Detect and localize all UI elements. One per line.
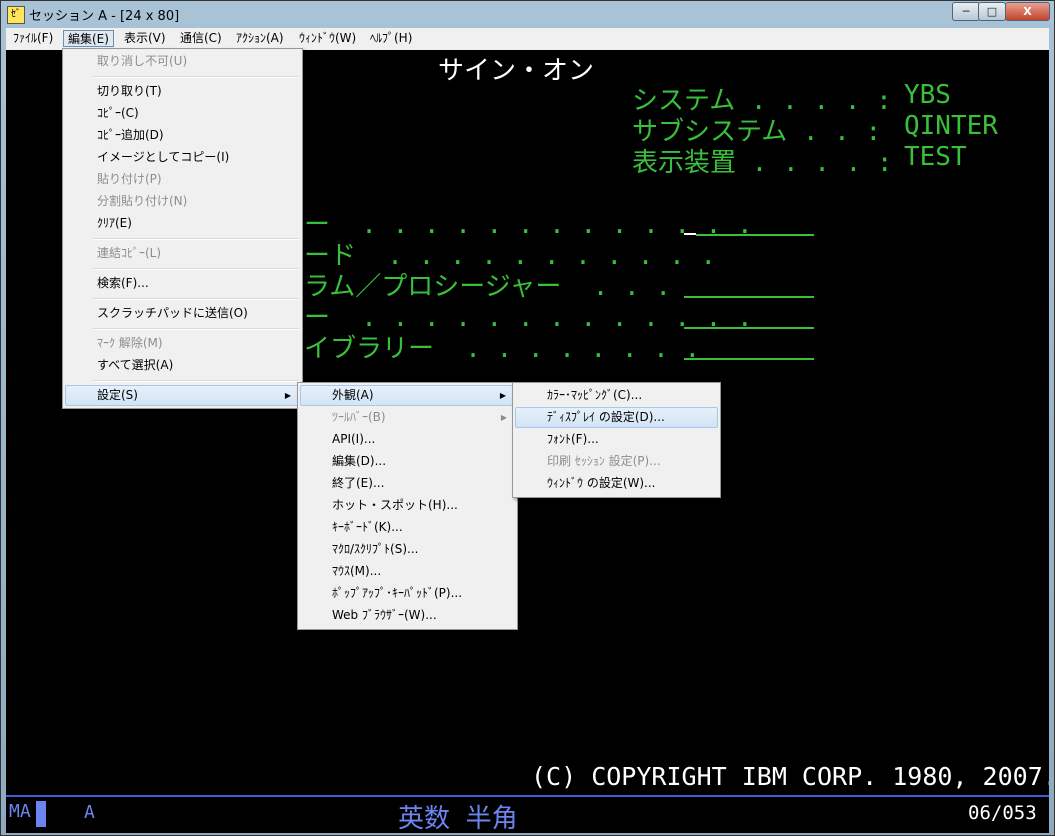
program-input-field[interactable]: [684, 296, 814, 298]
menu-item-hotspot[interactable]: ホット・スポット(H)...: [300, 495, 515, 516]
user-input-field[interactable]: [696, 234, 814, 236]
menu-window[interactable]: ｳｨﾝﾄﾞｳ(W): [295, 30, 360, 47]
menu-item-find[interactable]: 検索(F)...: [65, 273, 300, 294]
menu-communication[interactable]: 通信(C): [176, 30, 226, 47]
menu-view[interactable]: 表示(V): [120, 30, 170, 47]
menu-item-print-session-settings[interactable]: 印刷 ｾｯｼｮﾝ 設定(P)...: [515, 451, 718, 472]
title-bar[interactable]: ｾﾞ セッション A - [24 x 80] ─ □ X: [1, 1, 1054, 27]
status-mode: MA: [9, 801, 31, 822]
screen-title: サイン・オン: [438, 56, 595, 86]
menu-item-settings-label: 設定(S): [97, 388, 138, 402]
menu-item-window-settings[interactable]: ｳｨﾝﾄﾞｳ の設定(W)...: [515, 473, 718, 494]
menu-help[interactable]: ﾍﾙﾌﾟ(H): [366, 30, 416, 47]
menu-item-copy-as-image[interactable]: イメージとしてコピー(I): [65, 147, 300, 168]
menu-item-toolbar-label: ﾂｰﾙﾊﾞｰ(B): [332, 410, 386, 424]
menu-item-unmark[interactable]: ﾏｰｸ 解除(M): [65, 333, 300, 354]
menu-item-exit-settings[interactable]: 終了(E)...: [300, 473, 515, 494]
maximize-button[interactable]: □: [978, 2, 1006, 21]
app-icon[interactable]: ｾﾞ: [7, 6, 25, 24]
menu-separator: [93, 268, 298, 270]
text-cursor: [684, 233, 696, 235]
menu-item-paste-split[interactable]: 分割貼り付け(N): [65, 191, 300, 212]
menu-input-field[interactable]: [684, 327, 814, 329]
status-cursor-position: 06/053: [968, 802, 1037, 824]
menu-item-send-scratchpad[interactable]: スクラッチパッドに送信(O): [65, 303, 300, 324]
menu-file[interactable]: ﾌｧｲﾙ(F): [9, 30, 57, 47]
close-button[interactable]: X: [1005, 2, 1050, 21]
display-device-label: 表示装置 . . . . :: [632, 148, 893, 178]
menu-item-popup-keypad[interactable]: ﾎﾟｯﾌﾟｱｯﾌﾟ･ｷｰﾊﾟｯﾄﾞ(P)...: [300, 583, 515, 604]
menu-item-api[interactable]: API(I)...: [300, 429, 515, 450]
submenu-arrow-icon: ▶: [284, 391, 291, 400]
menu-edit[interactable]: 編集(E): [63, 30, 114, 47]
menu-item-keyboard[interactable]: ｷｰﾎﾞｰﾄﾞ(K)...: [300, 517, 515, 538]
menu-separator: [93, 328, 298, 330]
submenu-arrow-icon: ▶: [499, 391, 506, 400]
menu-item-select-all[interactable]: すべて選択(A): [65, 355, 300, 376]
submenu-arrow-icon: ▶: [500, 413, 507, 422]
status-bar: MA A 英数 半角 06/053: [6, 795, 1049, 834]
menu-item-color-mapping[interactable]: ｶﾗｰ･ﾏｯﾋﾟﾝｸﾞ(C)...: [515, 385, 718, 406]
copyright-text: (C) COPYRIGHT IBM CORP. 1980, 2007.: [531, 762, 1049, 791]
edit-menu: 取り消し不可(U) 切り取り(T) ｺﾋﾟｰ(C) ｺﾋﾟｰ追加(D) イメージ…: [62, 48, 303, 409]
menu-item-font[interactable]: ﾌｫﾝﾄ(F)...: [515, 429, 718, 450]
status-indicator-block: [36, 801, 46, 827]
menu-item-appearance-label: 外観(A): [332, 388, 374, 402]
status-input-mode: 英数 半角: [398, 804, 518, 834]
menu-item-settings[interactable]: 設定(S) ▶: [65, 385, 300, 406]
menu-separator: [93, 298, 298, 300]
menu-separator: [93, 238, 298, 240]
window-title: セッション A - [24 x 80]: [29, 9, 180, 24]
display-device-value: TEST: [904, 142, 967, 172]
system-value: YBS: [904, 80, 951, 110]
menu-separator: [93, 76, 298, 78]
appearance-submenu: ｶﾗｰ･ﾏｯﾋﾟﾝｸﾞ(C)... ﾃﾞｨｽﾌﾟﾚｲ の設定(D)... ﾌｫﾝ…: [512, 382, 721, 498]
menu-item-paste[interactable]: 貼り付け(P): [65, 169, 300, 190]
subsystem-value: QINTER: [904, 111, 998, 141]
menu-item-macro-script[interactable]: ﾏｸﾛ/ｽｸﾘﾌﾟﾄ(S)...: [300, 539, 515, 560]
menu-item-appearance[interactable]: 外観(A) ▶: [300, 385, 515, 406]
menu-item-toolbar[interactable]: ﾂｰﾙﾊﾞｰ(B) ▶: [300, 407, 515, 428]
menu-item-copy[interactable]: ｺﾋﾟｰ(C): [65, 103, 300, 124]
menu-item-cut[interactable]: 切り取り(T): [65, 81, 300, 102]
library-input-field[interactable]: [684, 358, 814, 360]
minimize-button[interactable]: ─: [952, 2, 980, 21]
menu-item-undo[interactable]: 取り消し不可(U): [65, 51, 300, 72]
menu-item-clear[interactable]: ｸﾘｱ(E): [65, 213, 300, 234]
menu-separator: [93, 380, 298, 382]
menu-item-web-browser[interactable]: Web ﾌﾞﾗｳｻﾞｰ(W)...: [300, 605, 515, 626]
settings-submenu: 外観(A) ▶ ﾂｰﾙﾊﾞｰ(B) ▶ API(I)... 編集(D)... 終…: [297, 382, 518, 630]
menu-item-display-settings[interactable]: ﾃﾞｨｽﾌﾟﾚｲ の設定(D)...: [515, 407, 718, 428]
field-label-library: イブラリー . . . . . . . .: [304, 334, 701, 364]
menu-item-linked-copy[interactable]: 連結ｺﾋﾟｰ(L): [65, 243, 300, 264]
menu-item-edit-settings[interactable]: 編集(D)...: [300, 451, 515, 472]
menu-item-mouse[interactable]: ﾏｳｽ(M)...: [300, 561, 515, 582]
status-session: A: [84, 802, 95, 823]
menu-item-copy-append[interactable]: ｺﾋﾟｰ追加(D): [65, 125, 300, 146]
menu-action[interactable]: ｱｸｼｮﾝ(A): [232, 30, 288, 47]
